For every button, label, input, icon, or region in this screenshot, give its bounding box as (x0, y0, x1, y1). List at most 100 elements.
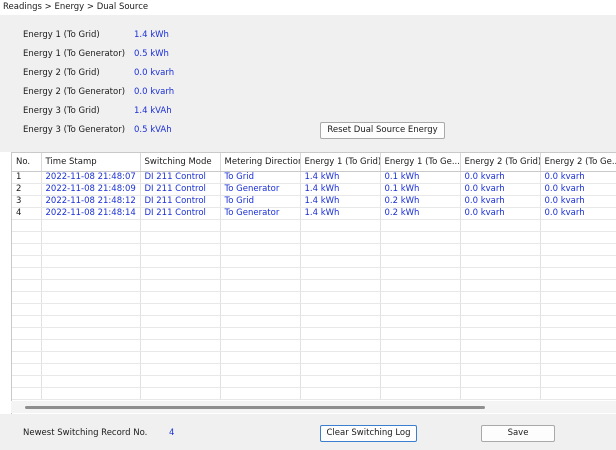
empty-cell (380, 267, 461, 280)
empty-cell (41, 327, 141, 340)
table-cell: 1.4 kWh (300, 183, 381, 196)
table-cell: 0.0 kvarh (460, 195, 541, 208)
empty-cell (220, 339, 301, 352)
empty-cell (41, 267, 141, 280)
empty-cell (41, 243, 141, 256)
empty-cell (300, 231, 381, 244)
save-button[interactable]: Save (481, 425, 555, 442)
empty-table-row (12, 219, 616, 232)
table-row[interactable]: 4 2022-11-08 21:48:14 DI 211 Control To … (12, 207, 616, 220)
empty-cell (460, 279, 541, 292)
table-cell: DI 211 Control (140, 183, 221, 196)
empty-table-row (12, 279, 616, 292)
empty-cell (380, 327, 461, 340)
empty-table-row (12, 387, 616, 400)
empty-cell (41, 279, 141, 292)
empty-cell (460, 351, 541, 364)
column-header-time-stamp[interactable]: Time Stamp (41, 153, 141, 172)
empty-cell (41, 303, 141, 316)
empty-cell (41, 291, 141, 304)
table-cell: DI 211 Control (140, 195, 221, 208)
empty-cell (220, 219, 301, 232)
table-cell: DI 211 Control (140, 207, 221, 220)
empty-cell (220, 375, 301, 388)
switching-log-table[interactable]: No. Time Stamp Switching Mode Metering D… (11, 152, 616, 414)
empty-cell (41, 363, 141, 376)
column-header-metering-direction[interactable]: Metering Direction (220, 153, 301, 172)
table-cell: 3 (12, 195, 42, 208)
table-cell: 1.4 kWh (300, 207, 381, 220)
empty-cell (380, 315, 461, 328)
column-header-energy-2-to-grid[interactable]: Energy 2 (To Grid) (460, 153, 541, 172)
table-cell: 1.4 kWh (300, 171, 381, 184)
empty-cell (12, 327, 42, 340)
summary-label: Energy 2 (To Grid) (23, 68, 100, 78)
empty-cell (140, 219, 221, 232)
empty-cell (300, 303, 381, 316)
empty-cell (41, 339, 141, 352)
empty-cell (380, 387, 461, 400)
empty-cell (540, 267, 616, 280)
empty-cell (460, 375, 541, 388)
empty-cell (12, 231, 42, 244)
empty-cell (540, 303, 616, 316)
empty-cell (460, 255, 541, 268)
empty-cell (300, 351, 381, 364)
empty-cell (12, 315, 42, 328)
empty-cell (460, 303, 541, 316)
table-cell: 0.0 kvarh (540, 183, 616, 196)
table-cell: 2 (12, 183, 42, 196)
empty-cell (300, 327, 381, 340)
empty-cell (460, 243, 541, 256)
empty-cell (460, 363, 541, 376)
column-header-energy-1-to-grid[interactable]: Energy 1 (To Grid) (300, 153, 381, 172)
empty-cell (300, 375, 381, 388)
empty-cell (380, 351, 461, 364)
empty-cell (220, 291, 301, 304)
column-header-no[interactable]: No. (12, 153, 42, 172)
empty-table-row (12, 231, 616, 244)
breadcrumb: Readings > Energy > Dual Source (0, 0, 616, 15)
column-header-energy-1-to-generator[interactable]: Energy 1 (To Ge... (380, 153, 461, 172)
table-cell: 0.1 kWh (380, 183, 461, 196)
empty-cell (12, 243, 42, 256)
empty-cell (220, 387, 301, 400)
empty-cell (380, 363, 461, 376)
table-row[interactable]: 1 2022-11-08 21:48:07 DI 211 Control To … (12, 171, 616, 184)
empty-cell (220, 351, 301, 364)
table-row[interactable]: 2 2022-11-08 21:48:09 DI 211 Control To … (12, 183, 616, 196)
empty-cell (140, 267, 221, 280)
empty-cell (220, 243, 301, 256)
table-cell: 0.0 kvarh (540, 195, 616, 208)
empty-table-row (12, 267, 616, 280)
empty-table-row (12, 339, 616, 352)
scrollbar-thumb[interactable] (25, 406, 485, 409)
empty-cell (540, 315, 616, 328)
empty-cell (300, 255, 381, 268)
summary-value: 1.4 kWh (134, 30, 169, 40)
column-header-switching-mode[interactable]: Switching Mode (140, 153, 221, 172)
table-cell: 0.1 kWh (380, 171, 461, 184)
empty-cell (12, 375, 42, 388)
empty-table-row (12, 303, 616, 316)
empty-cell (300, 291, 381, 304)
reset-dual-source-energy-button[interactable]: Reset Dual Source Energy (320, 122, 445, 139)
empty-cell (380, 255, 461, 268)
empty-cell (380, 339, 461, 352)
table-row[interactable]: 3 2022-11-08 21:48:12 DI 211 Control To … (12, 195, 616, 208)
table-cell: 0.0 kvarh (540, 171, 616, 184)
empty-cell (380, 231, 461, 244)
table-cell: 1.4 kWh (300, 195, 381, 208)
table-cell: DI 211 Control (140, 171, 221, 184)
empty-cell (41, 315, 141, 328)
empty-cell (540, 243, 616, 256)
empty-cell (140, 279, 221, 292)
empty-cell (12, 267, 42, 280)
horizontal-scrollbar[interactable] (11, 401, 616, 413)
empty-cell (460, 231, 541, 244)
clear-switching-log-button[interactable]: Clear Switching Log (320, 425, 417, 442)
empty-cell (140, 243, 221, 256)
column-header-energy-2-to-generator[interactable]: Energy 2 (To Ge... (540, 153, 616, 172)
empty-cell (140, 327, 221, 340)
empty-cell (460, 219, 541, 232)
